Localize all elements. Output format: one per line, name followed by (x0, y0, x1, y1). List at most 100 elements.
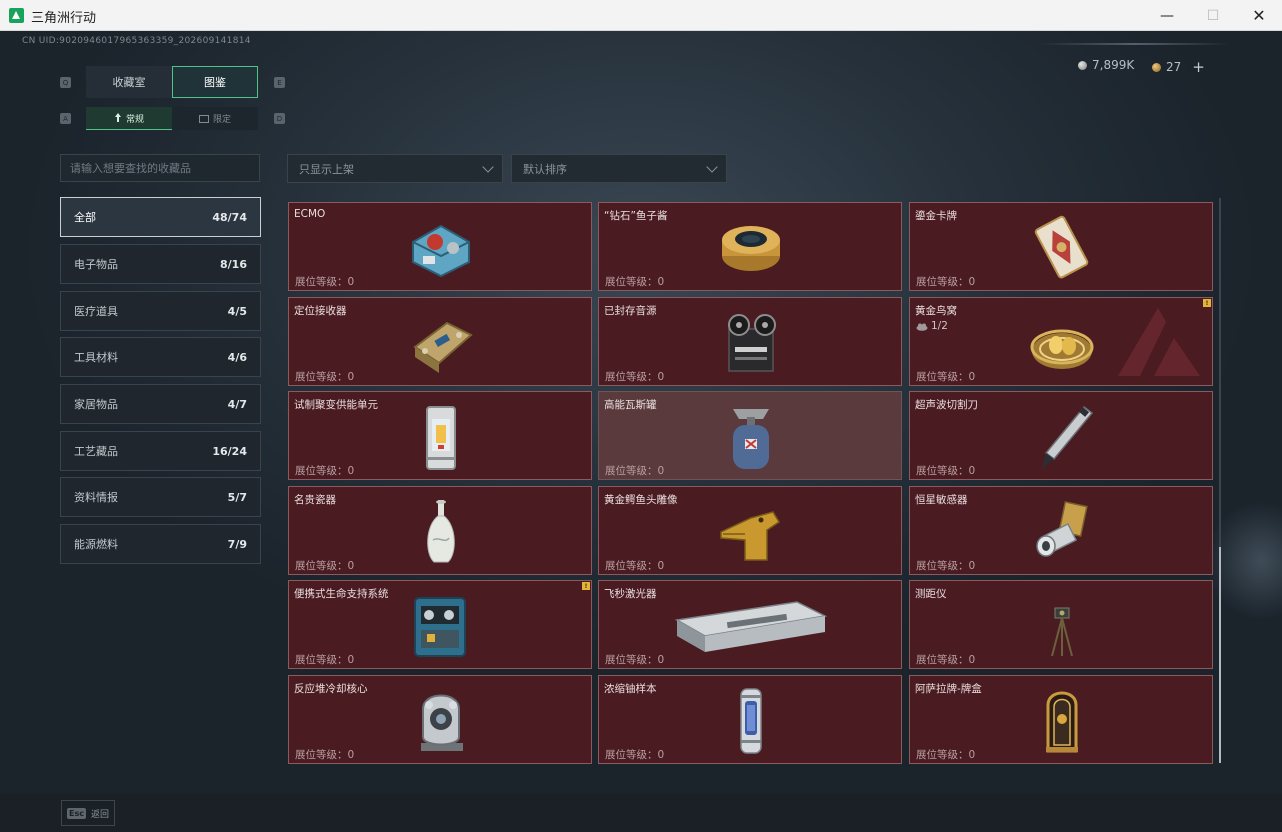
add-currency-button[interactable]: + (1192, 58, 1205, 76)
ticket-icon (198, 114, 209, 123)
card-level: 展位等级：0 (605, 371, 665, 383)
card-level: 展位等级：0 (916, 749, 976, 761)
card-level: 展位等级：0 (295, 654, 355, 666)
tab-regular-label: 常规 (125, 114, 144, 125)
collectible-card[interactable]: 鎏金卡牌 展位等级：0 (909, 202, 1213, 291)
grid-scrollbar-thumb[interactable] (1219, 547, 1221, 763)
background-glow (1205, 501, 1282, 621)
collectible-card[interactable]: 超声波切割刀 展位等级：0 (909, 391, 1213, 480)
filter-dropdown[interactable]: 只显示上架 (287, 154, 503, 183)
card-level: 展位等级：0 (605, 465, 665, 477)
category-count: 5/7 (227, 490, 247, 504)
keyhint-q: Q (60, 77, 71, 88)
category-label: 电子物品 (74, 258, 118, 271)
card-name: 飞秒激光器 (604, 588, 657, 600)
card-case-icon (1046, 691, 1078, 753)
card-name: 试制聚变供能单元 (294, 399, 378, 411)
collectible-grid: ECMO 展位等级：0 “钻石”鱼子酱 展位等级：0 鎏金卡牌 展位等级：0 定… (288, 202, 1213, 765)
collectible-card[interactable]: 试制聚变供能单元 展位等级：0 (288, 391, 592, 480)
close-button[interactable]: ✕ (1236, 0, 1282, 31)
card-name: 便携式生命支持系统 (294, 588, 389, 600)
silver-coin-icon (1078, 60, 1087, 70)
fusion-cell-icon (426, 406, 456, 470)
porcelain-vase-icon (427, 500, 455, 563)
category-label: 医疗道具 (74, 305, 118, 318)
chevron-down-icon (482, 161, 494, 173)
category-label: 工具材料 (74, 351, 118, 364)
reel-recorder-icon (728, 314, 776, 372)
card-name: 高能瓦斯罐 (604, 399, 657, 411)
sort-dropdown[interactable]: 默认排序 (511, 154, 727, 183)
collectible-card[interactable]: 反应堆冷却核心 展位等级：0 (288, 675, 592, 764)
category-count: 7/9 (227, 537, 247, 551)
uranium-sample-icon (740, 688, 762, 754)
golden-nest-icon (1030, 329, 1094, 369)
silver-amount: 7,899K (1092, 58, 1135, 72)
player-uid: CN UID:9020946017965363359_202609141814 (22, 36, 251, 46)
category-count: 48/74 (212, 210, 247, 224)
card-level: 展位等级：0 (916, 276, 976, 288)
collectible-card[interactable]: ECMO 展位等级：0 (288, 202, 592, 291)
tab-regular[interactable]: 常规 (86, 107, 172, 130)
card-name: 鎏金卡牌 (915, 210, 957, 222)
card-level: 展位等级：0 (916, 654, 976, 666)
collectible-card[interactable]: “钻石”鱼子酱 展位等级：0 (598, 202, 902, 291)
star-sensor-icon (1036, 501, 1088, 557)
collectible-card[interactable]: 黄金鸟窝 1/2 ! 展位等级：0 (909, 297, 1213, 386)
collectible-card[interactable]: 恒星敏感器 展位等级：0 (909, 486, 1213, 575)
card-level: 展位等级：0 (605, 276, 665, 288)
life-support-icon (414, 597, 466, 657)
collectible-card[interactable]: 飞秒激光器 展位等级：0 (598, 580, 902, 669)
collectible-card[interactable]: 已封存音源 展位等级：0 (598, 297, 902, 386)
collectible-card[interactable]: 便携式生命支持系统 ! 展位等级：0 (288, 580, 592, 669)
back-button[interactable]: Esc 返回 (61, 800, 115, 826)
minimize-button[interactable]: — (1144, 0, 1190, 31)
collectible-card[interactable]: 测距仪 展位等级：0 (909, 580, 1213, 669)
collectible-card[interactable]: 阿萨拉牌-牌盒 展位等级：0 (909, 675, 1213, 764)
reactor-core-icon (421, 694, 463, 751)
category-label: 资料情报 (74, 491, 118, 504)
back-label: 返回 (90, 809, 109, 820)
card-name: 超声波切割刀 (915, 399, 978, 411)
gas-canister-icon (733, 409, 769, 469)
card-level: 展位等级：0 (295, 749, 355, 761)
window-title: 三角洲行动 (31, 11, 97, 26)
maximize-button[interactable]: ☐ (1190, 0, 1236, 31)
card-name: 黄金鸟窝 (915, 305, 957, 317)
card-level: 展位等级：0 (916, 560, 976, 572)
category-medical[interactable]: 医疗道具 4/5 (60, 291, 261, 331)
card-name: 恒星敏感器 (915, 494, 968, 506)
search-input[interactable]: 请输入想要查找的收藏品 (60, 154, 260, 182)
category-all[interactable]: 全部 48/74 (60, 197, 261, 237)
category-electronics[interactable]: 电子物品 8/16 (60, 244, 261, 284)
pin-icon (114, 113, 121, 122)
category-crafts[interactable]: 工艺藏品 16/24 (60, 431, 261, 471)
card-name: 浓缩铀样本 (604, 683, 657, 695)
ultrasonic-cutter-icon (1042, 405, 1094, 469)
tab-limited[interactable]: 限定 (172, 107, 258, 130)
new-badge: ! (1203, 299, 1211, 307)
collectible-card[interactable]: 高能瓦斯罐 展位等级：0 (598, 391, 902, 480)
gold-amount: 27 (1166, 60, 1182, 74)
category-household[interactable]: 家居物品 4/7 (60, 384, 261, 424)
collectible-card[interactable]: 浓缩铀样本 展位等级：0 (598, 675, 902, 764)
gps-receiver-icon (413, 321, 473, 373)
nest-progress-icon (916, 323, 928, 331)
collectible-card[interactable]: 名贵瓷器 展位等级：0 (288, 486, 592, 575)
tab-collection-room[interactable]: 收藏室 (86, 66, 172, 98)
card-name: 测距仪 (915, 588, 947, 600)
card-level: 展位等级：0 (605, 654, 665, 666)
category-tools[interactable]: 工具材料 4/6 (60, 337, 261, 377)
card-name: 定位接收器 (294, 305, 347, 317)
card-level: 展位等级：0 (295, 276, 355, 288)
faction-emblem-icon (1118, 308, 1200, 376)
keyhint-a: A (60, 113, 71, 124)
collectible-card[interactable]: 黄金鳄鱼头雕像 展位等级：0 (598, 486, 902, 575)
card-level: 展位等级：0 (295, 560, 355, 572)
category-intel[interactable]: 资料情报 5/7 (60, 477, 261, 517)
tab-catalog[interactable]: 图鉴 (172, 66, 258, 98)
silver-currency: 7,899K (1078, 58, 1134, 72)
filter-dropdown-value: 只显示上架 (299, 162, 354, 176)
collectible-card[interactable]: 定位接收器 展位等级：0 (288, 297, 592, 386)
category-energy[interactable]: 能源燃料 7/9 (60, 524, 261, 564)
